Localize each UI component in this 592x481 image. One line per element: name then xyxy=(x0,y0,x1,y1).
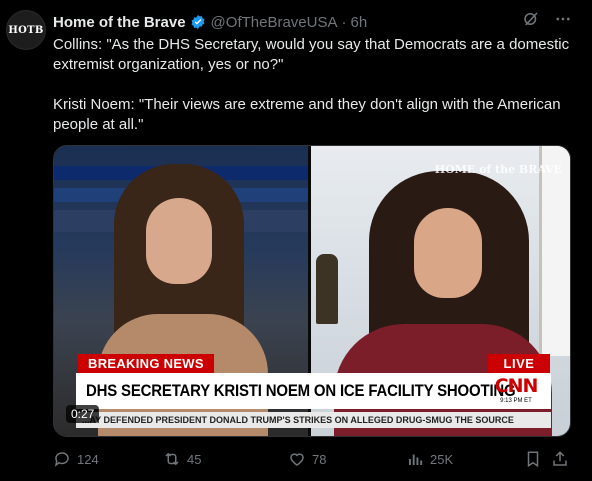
video-player[interactable]: HOME of the BRAVE BREAKING NEWS LIVE DHS… xyxy=(53,145,571,437)
separator-dot: · xyxy=(341,13,347,31)
office-window xyxy=(539,146,570,356)
like-count: 78 xyxy=(312,451,327,467)
repost-button[interactable]: 45 xyxy=(163,450,201,468)
author-handle[interactable]: @OfTheBraveUSA xyxy=(211,14,338,31)
tweet-actions: 124 45 78 25K xyxy=(53,450,573,472)
reply-count: 124 xyxy=(77,451,99,467)
cnn-logo-icon: CNN xyxy=(494,375,539,397)
header-actions xyxy=(522,10,572,28)
tweet-text: Collins: "As the DHS Secretary, would yo… xyxy=(53,35,578,135)
channel-watermark: HOME of the BRAVE xyxy=(434,163,562,176)
like-icon xyxy=(290,453,304,466)
bookmark-button[interactable] xyxy=(524,450,542,468)
avatar-text: HOTB xyxy=(8,24,44,36)
views-icon xyxy=(409,454,423,465)
views-button[interactable]: 25K xyxy=(406,450,453,468)
more-icon[interactable] xyxy=(554,10,572,28)
video-duration: 0:27 xyxy=(66,405,100,423)
news-ticker: ...AY DEFENDED PRESIDENT DONALD TRUMP'S … xyxy=(76,412,551,428)
statue xyxy=(316,254,338,324)
grok-icon[interactable] xyxy=(522,10,540,28)
guest-face xyxy=(414,208,482,298)
share-icon xyxy=(553,451,567,466)
author-name[interactable]: Home of the Brave xyxy=(53,14,186,31)
views-count: 25K xyxy=(430,451,454,467)
breaking-news-label: BREAKING NEWS xyxy=(78,354,214,373)
chyron-headline: DHS SECRETARY KRISTI NOEM ON ICE FACILIT… xyxy=(86,381,516,400)
network-logo: CNN 9:13 PM ET xyxy=(485,375,547,407)
network-time: 9:13 PM ET xyxy=(500,398,532,404)
repost-count: 45 xyxy=(187,451,202,467)
reply-button[interactable]: 124 xyxy=(53,450,99,468)
chyron: DHS SECRETARY KRISTI NOEM ON ICE FACILIT… xyxy=(76,373,551,409)
live-label: LIVE xyxy=(488,354,550,373)
bookmark-icon xyxy=(527,451,539,468)
post-time[interactable]: 6h xyxy=(350,14,367,31)
tweet[interactable]: HOTB Home of the Brave @OfTheBraveUSA · … xyxy=(0,0,592,481)
tweet-paragraph: Collins: "As the DHS Secretary, would yo… xyxy=(53,36,574,73)
tweet-header: Home of the Brave @OfTheBraveUSA · 6h xyxy=(53,12,367,32)
anchor-face xyxy=(146,198,212,284)
verified-badge-icon xyxy=(191,15,205,29)
avatar[interactable]: HOTB xyxy=(6,10,46,50)
like-button[interactable]: 78 xyxy=(288,450,326,468)
repost-icon xyxy=(165,452,179,466)
tweet-paragraph: Kristi Noem: "Their views are extreme an… xyxy=(53,96,565,133)
share-button[interactable] xyxy=(551,450,569,468)
reply-icon xyxy=(54,452,69,467)
